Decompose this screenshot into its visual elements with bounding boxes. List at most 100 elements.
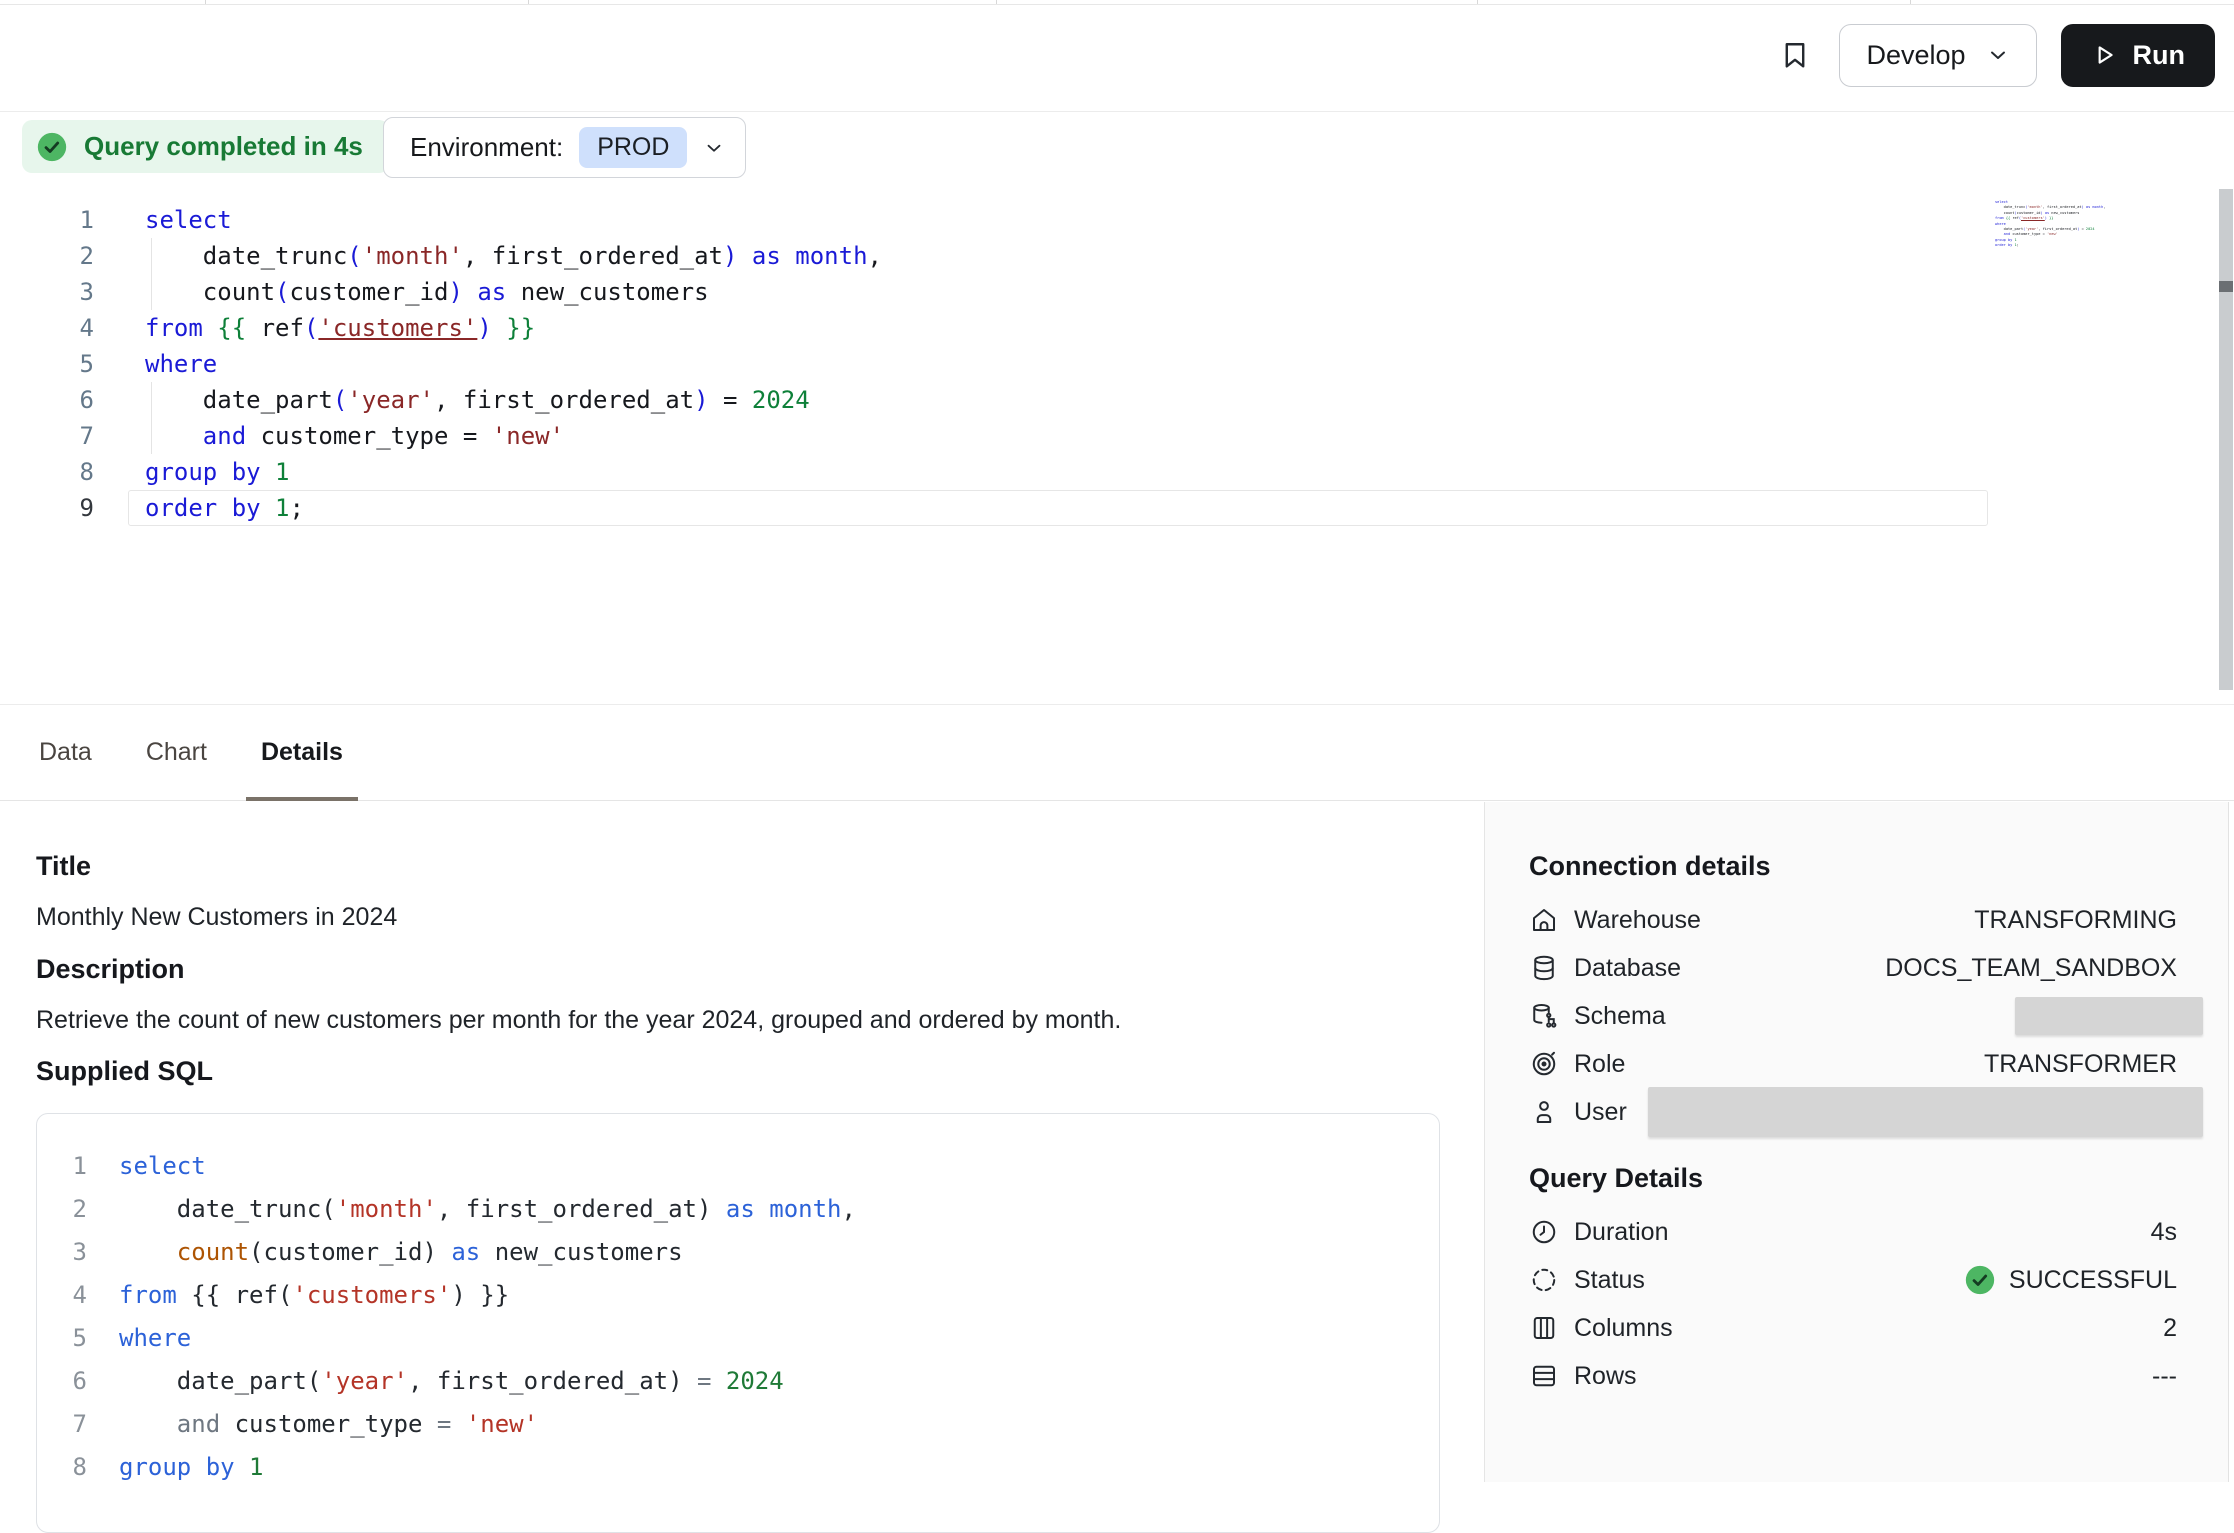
code-line: 9order by 1;: [0, 490, 2234, 526]
warehouse-label: Warehouse: [1574, 906, 1701, 935]
run-button-label: Run: [2133, 40, 2185, 71]
chevron-down-icon: [703, 137, 725, 159]
code-line: 3 count(customer_id) as new_customers: [37, 1231, 1439, 1274]
code-line: 7 and customer_type = 'new': [37, 1403, 1439, 1446]
tab-strip-divider: [996, 0, 997, 4]
database-row: Database DOCS_TEAM_SANDBOX: [1485, 944, 2228, 992]
status-value: SUCCESSFUL: [2009, 1266, 2177, 1295]
duration-value: 4s: [2151, 1218, 2177, 1247]
rows-value: ---: [2152, 1362, 2177, 1391]
schema-row: Schema: [1485, 992, 2228, 1040]
code-line: 2 date_trunc('month', first_ordered_at) …: [0, 238, 2234, 274]
schema-icon: [1529, 1001, 1559, 1031]
database-value: DOCS_TEAM_SANDBOX: [1885, 954, 2177, 983]
schema-value-redacted: [2015, 997, 2203, 1035]
supplied-sql-block: 1select2 date_trunc('month', first_order…: [36, 1113, 1440, 1533]
code-line: 7 and customer_type = 'new': [0, 418, 2234, 454]
user-label: User: [1574, 1098, 1627, 1127]
header-bar: Develop Run: [0, 5, 2234, 112]
connection-rows: Warehouse TRANSFORMING Database DOCS_TEA…: [1485, 896, 2228, 1136]
environment-label: Environment:: [410, 132, 563, 163]
description-heading: Description: [36, 954, 185, 985]
tab-strip-divider: [1477, 0, 1478, 4]
tab-strip-divider: [205, 0, 206, 4]
connection-details-heading: Connection details: [1529, 851, 1771, 882]
results-tabbar: Data Chart Details: [0, 704, 2234, 801]
title-value: Monthly New Customers in 2024: [36, 903, 397, 932]
editor-code-lines: 1select2 date_trunc('month', first_order…: [0, 202, 2234, 526]
code-line: 9order by 1;: [1995, 243, 2107, 248]
details-panel: Title Monthly New Customers in 2024 Desc…: [0, 802, 1484, 1482]
code-line: 1select: [37, 1145, 1439, 1188]
develop-button[interactable]: Develop: [1839, 24, 2036, 87]
role-row: Role TRANSFORMER: [1485, 1040, 2228, 1088]
duration-label: Duration: [1574, 1218, 1669, 1247]
columns-icon: [1529, 1313, 1559, 1343]
status-row: Status SUCCESSFUL: [1485, 1256, 2228, 1304]
description-value: Retrieve the count of new customers per …: [36, 1006, 1121, 1035]
success-check-icon: [1963, 1263, 1997, 1297]
supplied-sql-heading: Supplied SQL: [36, 1056, 213, 1087]
warehouse-icon: [1529, 905, 1559, 935]
user-icon: [1529, 1097, 1559, 1127]
columns-value: 2: [2163, 1314, 2177, 1343]
header-actions: Develop Run: [1775, 23, 2215, 87]
database-icon: [1529, 953, 1559, 983]
code-line: 6 date_part('year', first_ordered_at) = …: [37, 1360, 1439, 1403]
rows-label: Rows: [1574, 1362, 1637, 1391]
tab-chart[interactable]: Chart: [144, 705, 209, 800]
query-status-text: Query completed in 4s: [84, 131, 363, 162]
tab-strip-divider: [528, 0, 529, 4]
status-icon: [1529, 1265, 1559, 1295]
user-row: User: [1485, 1088, 2228, 1136]
query-status-badge: Query completed in 4s: [22, 120, 389, 173]
tab-strip-divider: [1910, 0, 1911, 4]
environment-selector[interactable]: Environment: PROD: [383, 117, 746, 178]
columns-row: Columns 2: [1485, 1304, 2228, 1352]
role-label: Role: [1574, 1050, 1625, 1079]
code-line: 6 date_part('year', first_ordered_at) = …: [0, 382, 2234, 418]
indent-guide: [151, 382, 152, 454]
warehouse-value: TRANSFORMING: [1974, 906, 2177, 935]
query-details-rows: Duration 4s Status SUCCESSFUL: [1485, 1208, 2228, 1400]
status-label: Status: [1574, 1266, 1645, 1295]
code-line: 5where: [0, 346, 2234, 382]
sql-editor[interactable]: 1select2 date_trunc('month', first_order…: [0, 190, 2234, 704]
indent-guide: [151, 238, 152, 310]
role-value: TRANSFORMER: [1984, 1050, 2177, 1079]
title-heading: Title: [36, 851, 91, 882]
rows-icon: [1529, 1361, 1559, 1391]
rows-row: Rows ---: [1485, 1352, 2228, 1400]
database-label: Database: [1574, 954, 1681, 983]
supplied-sql-code-lines: 1select2 date_trunc('month', first_order…: [37, 1145, 1439, 1489]
code-line: 4from {{ ref('customers') }}: [0, 310, 2234, 346]
code-line: 5where: [37, 1317, 1439, 1360]
play-icon: [2091, 42, 2117, 68]
bookmark-button[interactable]: [1775, 35, 1815, 75]
user-value-redacted: [1648, 1087, 2203, 1137]
code-line: 1select: [0, 202, 2234, 238]
query-details-heading: Query Details: [1529, 1163, 1703, 1194]
run-button[interactable]: Run: [2061, 24, 2215, 87]
code-line: 2 date_trunc('month', first_ordered_at) …: [37, 1188, 1439, 1231]
editor-scrollbar[interactable]: [2219, 189, 2233, 690]
develop-button-label: Develop: [1866, 40, 1965, 71]
code-line: 8group by 1: [37, 1446, 1439, 1489]
chevron-down-icon: [1986, 43, 2010, 67]
code-line: 4from {{ ref('customers') }}: [37, 1274, 1439, 1317]
tab-details[interactable]: Details: [259, 705, 345, 800]
tab-data[interactable]: Data: [37, 705, 94, 800]
clock-icon: [1529, 1217, 1559, 1247]
check-circle-icon: [35, 130, 69, 164]
target-icon: [1529, 1049, 1559, 1079]
bookmark-icon: [1778, 38, 1812, 72]
warehouse-row: Warehouse TRANSFORMING: [1485, 896, 2228, 944]
environment-value-badge: PROD: [579, 127, 687, 168]
code-line: 3 count(customer_id) as new_customers: [0, 274, 2234, 310]
columns-label: Columns: [1574, 1314, 1673, 1343]
editor-scroll-marker: [2219, 281, 2233, 292]
editor-minimap[interactable]: 1select2 date_trunc('month', first_order…: [1995, 200, 2107, 249]
code-line: 8group by 1: [0, 454, 2234, 490]
connection-details-panel: Connection details Warehouse TRANSFORMIN…: [1484, 802, 2229, 1482]
duration-row: Duration 4s: [1485, 1208, 2228, 1256]
